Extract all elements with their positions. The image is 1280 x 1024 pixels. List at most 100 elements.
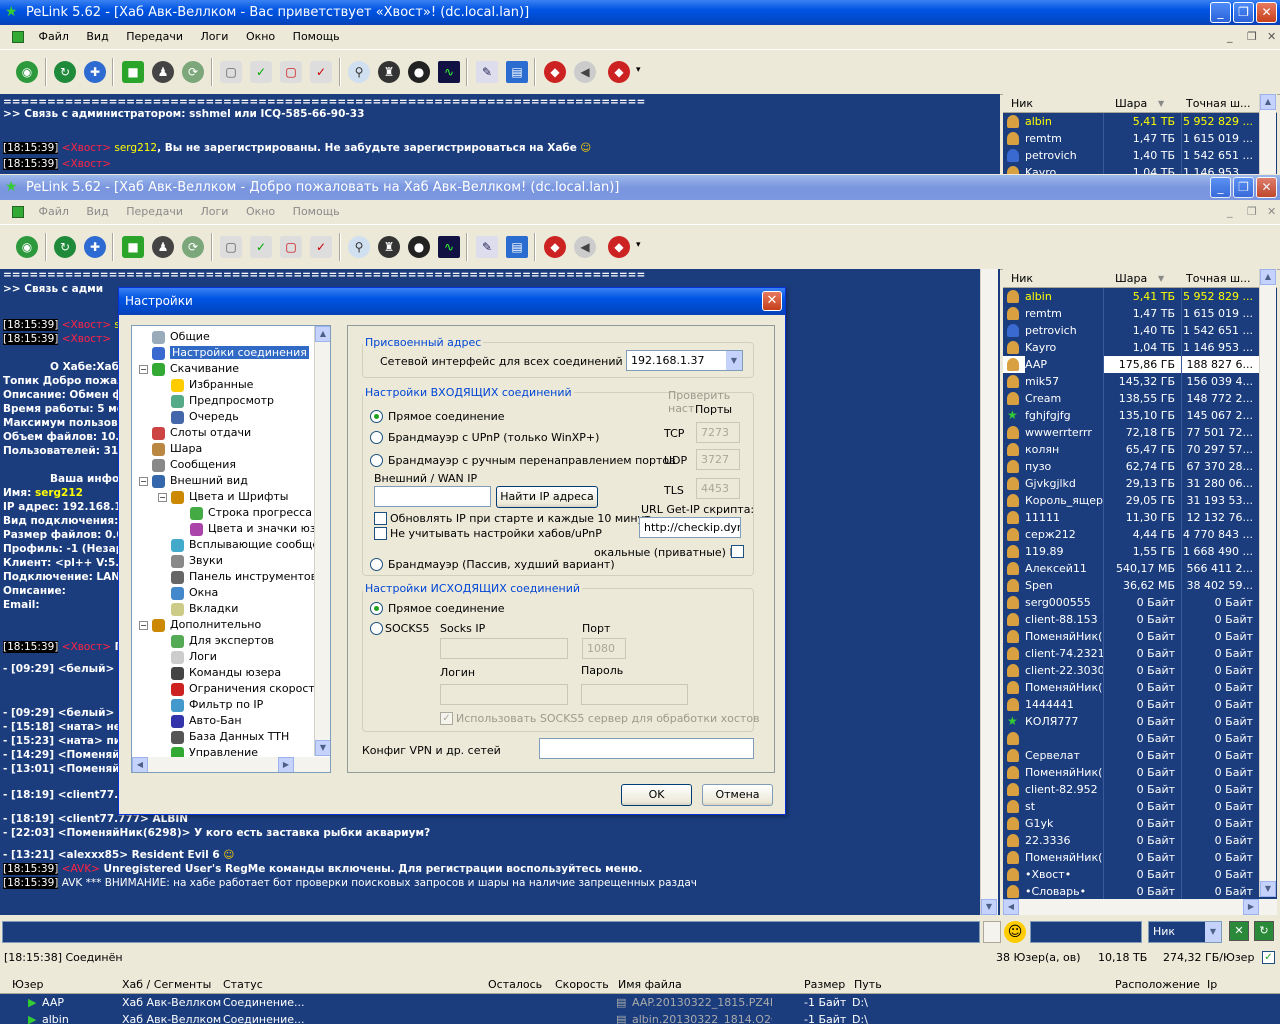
away-icon[interactable]: ◆ xyxy=(544,236,566,258)
finished-uploads-icon[interactable]: ✓ xyxy=(310,236,332,258)
tree-item[interactable]: Логи xyxy=(171,649,217,665)
monitor-icon[interactable]: ∿ xyxy=(438,236,460,258)
tree-item[interactable]: Дополнительно xyxy=(152,617,261,633)
find-ip-button[interactable]: Найти IP адреса xyxy=(496,486,598,508)
user-row[interactable]: •Словарь• 0 Байт 0 Байт xyxy=(1003,883,1259,900)
menu-view[interactable]: Вид xyxy=(79,201,115,223)
refresh-icon[interactable]: ↻ xyxy=(1254,921,1274,941)
menu-logs[interactable]: Логи xyxy=(194,201,236,223)
tree-item[interactable]: Цвета и Шрифты xyxy=(171,489,288,505)
user-list-scrollbar[interactable]: ▲ ▼ xyxy=(1259,269,1276,897)
tree-item[interactable]: Слоты отдачи xyxy=(152,425,251,441)
user-row[interactable]: Король_ящери 29,05 ГБ 31 193 53... xyxy=(1003,492,1259,509)
settings-book-icon[interactable]: ▤ xyxy=(506,236,528,258)
emoticon-icon[interactable]: ☺ xyxy=(1004,921,1026,943)
finished-uploads-icon[interactable]: ✓ xyxy=(310,61,332,83)
tree-item[interactable]: Панель инструментов xyxy=(171,569,317,585)
mdi-close-icon[interactable]: ✕ xyxy=(1260,26,1280,48)
tree-collapse-icon[interactable]: − xyxy=(139,621,148,630)
scroll-left-icon[interactable]: ◀ xyxy=(132,757,148,772)
column-ip[interactable]: Ip xyxy=(1207,975,1217,994)
user-row[interactable]: 1444441 0 Байт 0 Байт xyxy=(1003,696,1259,713)
tree-item[interactable]: Строка прогресса xyxy=(190,505,312,521)
column-status[interactable]: Статус xyxy=(223,975,263,994)
user-row[interactable]: 0 Байт 0 Байт xyxy=(1003,730,1259,747)
column-hub[interactable]: Хаб / Сегменты xyxy=(122,975,211,994)
user-row[interactable]: petrovich 1,40 ТБ 1 542 651 ... xyxy=(1003,147,1259,164)
tree-collapse-icon[interactable]: − xyxy=(139,365,148,374)
recent-hubs-icon[interactable]: ⟳ xyxy=(182,61,204,83)
tree-item[interactable]: Авто-Бан xyxy=(171,713,242,729)
chevron-down-icon[interactable]: ▼ xyxy=(1205,922,1221,942)
user-row[interactable]: albin 5,41 ТБ 5 952 829 ... xyxy=(1003,113,1259,130)
column-user[interactable]: Юзер xyxy=(12,975,43,994)
manual-radio[interactable] xyxy=(370,454,383,467)
connect-icon[interactable]: ◉ xyxy=(16,61,38,83)
spy-icon[interactable]: ♜ xyxy=(378,61,400,83)
favorite-users-icon[interactable]: ♟ xyxy=(152,236,174,258)
user-row[interactable]: ПоменяйНик(900 Байт0 Байт xyxy=(1003,849,1259,866)
direct-radio[interactable] xyxy=(370,410,383,423)
tcp-port-input[interactable]: 7273 xyxy=(696,422,740,443)
user-row[interactable]: Сервелат 0 Байт 0 Байт xyxy=(1003,747,1259,764)
scroll-up-icon[interactable]: ▲ xyxy=(1260,269,1276,285)
user-row[interactable]: client-22.3030 0 Байт 0 Байт xyxy=(1003,662,1259,679)
tree-hscrollbar[interactable]: ◀ ▶ xyxy=(132,757,330,772)
column-nick[interactable]: Ник xyxy=(1011,94,1033,113)
user-list-top[interactable]: Ник Шара ▼ Точная ш... albin 5,41 ТБ 5 952… xyxy=(1003,94,1277,174)
user-row[interactable]: колян 65,47 ГБ 70 297 57... xyxy=(1003,441,1259,458)
minimize-button[interactable]: _ xyxy=(1210,177,1231,198)
user-row[interactable]: 119.89 1,55 ГБ 1 668 490 ... xyxy=(1003,543,1259,560)
wan-ip-input[interactable] xyxy=(374,486,491,507)
tree-item[interactable]: Шара xyxy=(152,441,202,457)
favorite-users-icon[interactable]: ♟ xyxy=(152,61,174,83)
menu-file[interactable]: Файл xyxy=(32,26,76,48)
settings-book-icon[interactable]: ▤ xyxy=(506,61,528,83)
queue-icon[interactable]: ▢ xyxy=(220,236,242,258)
tree-item[interactable]: База Данных TTH xyxy=(171,729,289,745)
message-input[interactable] xyxy=(2,921,980,943)
tree-item[interactable]: Ограничения скорости xyxy=(171,681,322,697)
user-row[interactable]: ★ КОЛЯ777 0 Байт 0 Байт xyxy=(1003,713,1259,730)
search-icon[interactable]: ⚲ xyxy=(348,236,370,258)
user-list-hscrollbar[interactable]: ◀ ▶ xyxy=(1003,899,1277,915)
follow-icon[interactable]: ✚ xyxy=(84,236,106,258)
chevron-down-icon[interactable]: ▾ xyxy=(636,65,641,75)
user-row[interactable]: client-82.952 0 Байт 0 Байт xyxy=(1003,781,1259,798)
network-stats-icon[interactable]: ● xyxy=(408,236,430,258)
chevron-down-icon[interactable]: ▼ xyxy=(726,351,742,370)
user-row[interactable]: 11111 11,30 ГБ 12 132 76... xyxy=(1003,509,1259,526)
tree-item[interactable]: Настройки соединения xyxy=(152,345,309,361)
user-row[interactable]: ПоменяйНик(850 Байт0 Байт xyxy=(1003,679,1259,696)
login-input[interactable] xyxy=(440,684,568,705)
user-row[interactable]: пузо 62,74 ГБ 67 370 28... xyxy=(1003,458,1259,475)
column-speed[interactable]: Скорость xyxy=(555,975,609,994)
tree-item[interactable]: Звуки xyxy=(171,553,223,569)
socks-port-input[interactable]: 1080 xyxy=(582,638,626,659)
reconnect-icon[interactable]: ↻ xyxy=(54,61,76,83)
upload-queue-icon[interactable]: ▢ xyxy=(280,236,302,258)
menu-logs[interactable]: Логи xyxy=(194,26,236,48)
user-row[interactable]: •Хвост• 0 Байт 0 Байт xyxy=(1003,866,1259,883)
scroll-up-icon[interactable]: ▲ xyxy=(1260,94,1276,110)
use-socks-checkbox[interactable]: ✓ xyxy=(440,712,453,725)
socks5-radio[interactable] xyxy=(370,622,383,635)
user-row[interactable]: AAP 175,86 ГБ 188 827 6... xyxy=(1003,356,1259,373)
tree-item[interactable]: Общие xyxy=(152,329,210,345)
input-spinner[interactable] xyxy=(983,921,1001,943)
ok-button[interactable]: OK xyxy=(621,784,692,806)
settings-tree[interactable]: Общие Настройки соединения Скачивание − Избр… xyxy=(131,325,331,773)
maximize-button[interactable]: ❐ xyxy=(1233,177,1254,198)
extra-icon[interactable]: ◆ xyxy=(608,236,630,258)
column-share[interactable]: Шара xyxy=(1115,269,1147,288)
spy-icon[interactable]: ♜ xyxy=(378,236,400,258)
chevron-down-icon[interactable]: ▾ xyxy=(636,240,641,250)
user-row[interactable]: Алексей11 540,17 МБ 566 411 2... xyxy=(1003,560,1259,577)
update-ip-checkbox[interactable] xyxy=(374,512,387,525)
scroll-down-icon[interactable]: ▼ xyxy=(315,740,330,756)
excel-icon[interactable]: ✕ xyxy=(1229,921,1249,941)
user-list-scrollbar[interactable]: ▲ xyxy=(1259,94,1276,174)
public-hubs-icon[interactable]: ■ xyxy=(122,61,144,83)
tree-collapse-icon[interactable]: − xyxy=(158,493,167,502)
away-icon[interactable]: ◆ xyxy=(544,61,566,83)
